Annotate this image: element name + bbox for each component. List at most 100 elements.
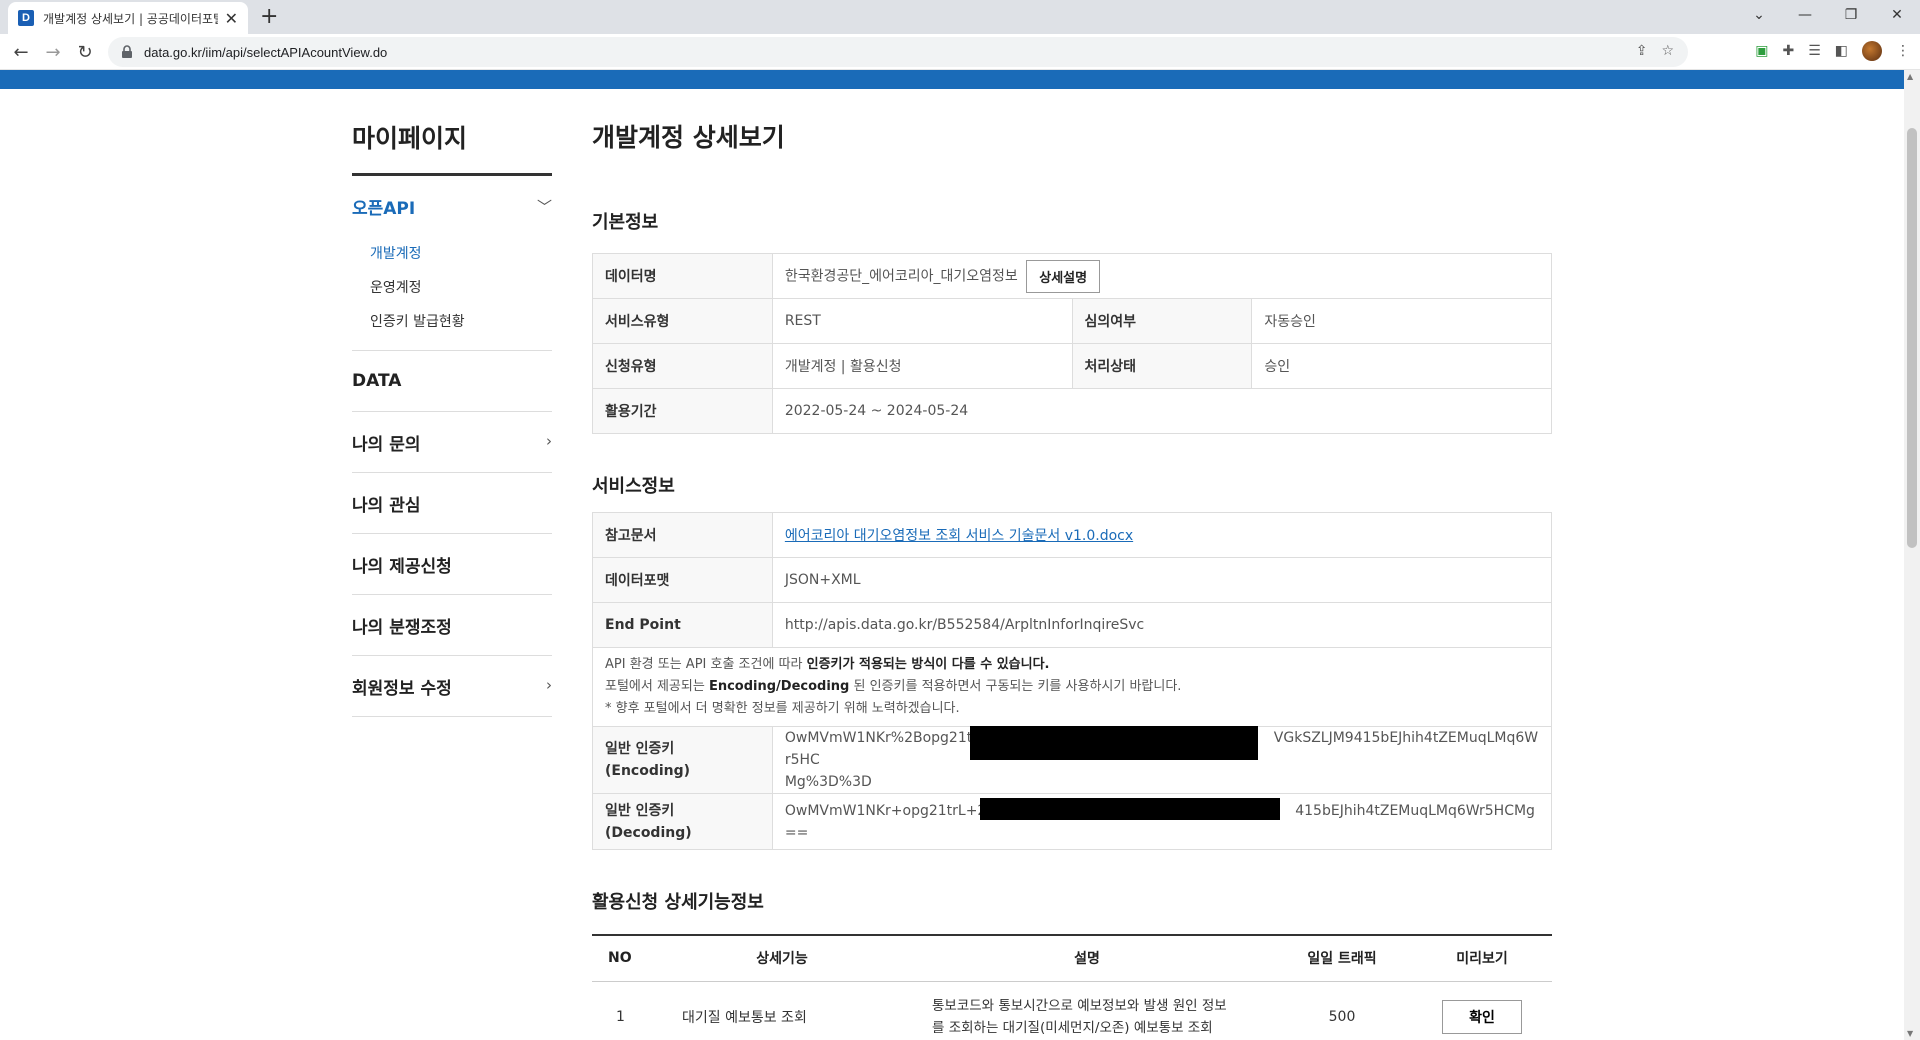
col-header-description: 설명 xyxy=(902,935,1272,982)
status-value: 승인 xyxy=(1251,343,1552,389)
profile-avatar[interactable] xyxy=(1862,41,1882,61)
window-controls: ⌄ — ❐ ✕ xyxy=(1736,0,1920,30)
sidebar-offer-section: 나의 제공신청 xyxy=(352,534,552,595)
browser-tab[interactable]: D 개발계정 상세보기 | 공공데이터포털 ✕ xyxy=(8,2,248,34)
review-value: 자동승인 xyxy=(1251,298,1552,344)
browser-toolbar: ← → ↻ data.go.kr/iim/api/selectAPIAcount… xyxy=(0,34,1920,70)
tab-title: 개발계정 상세보기 | 공공데이터포털 xyxy=(43,11,218,26)
basic-info-table: 데이터명 한국환경공단_에어코리아_대기오염정보 상세설명 서비스유형 REST… xyxy=(592,253,1553,434)
data-name-value: 한국환경공단_에어코리아_대기오염정보 xyxy=(784,268,1018,284)
basic-info-title: 기본정보 xyxy=(592,212,659,233)
sidebar-item-member-edit[interactable]: 회원정보 수정 xyxy=(352,656,552,716)
feature-table-header: NO 상세기능 설명 일일 트래픽 미리보기 xyxy=(592,935,1552,982)
address-bar[interactable]: data.go.kr/iim/api/selectAPIAcountView.d… xyxy=(108,37,1688,67)
scroll-down-icon[interactable]: ▼ xyxy=(1907,1029,1913,1038)
site-favicon-icon: D xyxy=(18,10,34,26)
lock-icon[interactable] xyxy=(120,45,134,59)
review-label: 심의여부 xyxy=(1071,298,1253,344)
decoding-key-value[interactable]: OwMVmW1NKr+opg21trL+2g 415bEJhih4tZEMuqLM… xyxy=(771,793,1553,850)
col-header-preview: 미리보기 xyxy=(1412,935,1552,982)
redaction-box xyxy=(979,797,1280,820)
service-info-title: 서비스정보 xyxy=(592,476,675,497)
url-text: data.go.kr/iim/api/selectAPIAcountView.d… xyxy=(144,44,388,60)
sidebar-inquiry-section: 나의 문의 › xyxy=(352,412,552,473)
notice-line-2: 포털에서 제공되는 Encoding/Decoding 된 인증키를 적용하면서… xyxy=(605,679,1182,694)
table-row: 1 대기질 예보통보 조회 통보코드와 통보시간으로 예보정보와 발생 원인 정… xyxy=(592,981,1552,1040)
row-feature-name: 대기질 예보통보 조회 xyxy=(682,1010,807,1027)
notice-line-3: * 향후 포털에서 더 명확한 정보를 제공하기 위해 노력하겠습니다. xyxy=(605,701,960,716)
endpoint-label: End Point xyxy=(592,602,773,648)
period-value: 2022-05-24 ~ 2024-05-24 xyxy=(771,388,1553,434)
data-format-value: JSON+XML xyxy=(771,557,1553,603)
side-panel-icon[interactable]: ◧ xyxy=(1835,43,1848,59)
chevron-right-icon[interactable]: › xyxy=(546,432,552,450)
encoding-key-start: OwMVmW1NKr%2Bopg21trL xyxy=(784,730,986,746)
sidebar-item-my-offer[interactable]: 나의 제공신청 xyxy=(352,534,552,594)
service-type-value: REST xyxy=(771,298,1073,344)
restore-icon[interactable]: ❐ xyxy=(1828,0,1874,30)
sidebar-subitem-key-status[interactable]: 인증키 발급현황 xyxy=(370,304,552,338)
sidebar-dispute-section: 나의 분쟁조정 xyxy=(352,595,552,656)
bookmark-star-icon[interactable]: ☆ xyxy=(1661,43,1674,59)
feature-table: NO 상세기능 설명 일일 트래픽 미리보기 1 대기질 예보통보 조회 통보코… xyxy=(592,934,1552,1040)
site-header-bar xyxy=(0,70,1904,89)
detail-description-button[interactable]: 상세설명 xyxy=(1026,259,1101,293)
period-label: 활용기간 xyxy=(592,388,773,434)
main-content: 개발계정 상세보기 기본정보 데이터명 한국환경공단_에어코리아_대기오염정보 … xyxy=(592,89,1553,1040)
encoding-key-label: 일반 인증키 (Encoding) xyxy=(592,726,773,794)
redaction-box xyxy=(969,726,1258,760)
close-window-icon[interactable]: ✕ xyxy=(1874,0,1920,30)
decoding-key-start: OwMVmW1NKr+opg21trL+2g xyxy=(784,802,996,819)
sidebar-data-section: DATA xyxy=(352,351,552,412)
reading-list-icon[interactable]: ☰ xyxy=(1808,43,1821,59)
data-format-label: 데이터포맷 xyxy=(592,557,773,603)
status-label: 처리상태 xyxy=(1071,343,1253,389)
tab-close-icon[interactable]: ✕ xyxy=(225,9,238,28)
share-icon[interactable]: ⇪ xyxy=(1636,43,1648,59)
col-header-traffic: 일일 트래픽 xyxy=(1272,935,1412,982)
scrollbar-thumb[interactable] xyxy=(1907,128,1917,548)
scroll-up-icon[interactable]: ▲ xyxy=(1907,72,1913,81)
sidebar-item-openapi[interactable]: 오픈API xyxy=(352,176,552,236)
sidebar-item-data[interactable]: DATA xyxy=(352,351,552,411)
new-tab-icon[interactable]: + xyxy=(260,4,278,29)
sidebar-interest-section: 나의 관심 xyxy=(352,473,552,534)
extensions-puzzle-icon[interactable]: ✚ xyxy=(1782,43,1794,59)
preview-confirm-button[interactable]: 확인 xyxy=(1442,1000,1522,1035)
chevron-right-icon[interactable]: › xyxy=(546,676,552,694)
browser-tabstrip: D 개발계정 상세보기 | 공공데이터포털 ✕ + ⌄ — ❐ ✕ xyxy=(0,0,1920,34)
menu-dots-icon[interactable]: ⋮ xyxy=(1896,43,1910,59)
service-info-table: 참고문서 에어코리아 대기오염정보 조회 서비스 기술문서 v1.0.docx … xyxy=(592,512,1553,850)
sidebar-member-section: 회원정보 수정 › xyxy=(352,656,552,717)
sidebar-subitem-prod-account[interactable]: 운영계정 xyxy=(370,270,552,304)
col-header-no: NO xyxy=(592,935,662,982)
decoding-key-label: 일반 인증키 (Decoding) xyxy=(592,793,773,850)
extension-icon[interactable]: ▣ xyxy=(1755,43,1768,59)
row-traffic: 500 xyxy=(1328,1009,1356,1026)
data-name-label: 데이터명 xyxy=(592,253,773,299)
ref-doc-label: 참고문서 xyxy=(592,512,773,558)
ref-doc-link[interactable]: 에어코리아 대기오염정보 조회 서비스 기술문서 v1.0.docx xyxy=(785,528,1133,544)
minimize-icon[interactable]: — xyxy=(1782,0,1828,30)
notice-line-1: API 환경 또는 API 호출 조건에 따라 인증키가 적용되는 방식이 다를… xyxy=(605,657,1050,672)
apply-type-label: 신청유형 xyxy=(592,343,773,389)
service-type-label: 서비스유형 xyxy=(592,298,773,344)
sidebar-item-my-inquiry[interactable]: 나의 문의 xyxy=(352,412,552,472)
auth-key-notice: API 환경 또는 API 호출 조건에 따라 인증키가 적용되는 방식이 다를… xyxy=(592,647,1552,727)
page-scrollbar[interactable]: ▲ ▼ xyxy=(1904,70,1920,1040)
sidebar-subitem-dev-account[interactable]: 개발계정 xyxy=(370,236,552,270)
reload-icon[interactable]: ↻ xyxy=(72,39,98,65)
tab-search-icon[interactable]: ⌄ xyxy=(1736,0,1782,30)
forward-icon[interactable]: → xyxy=(40,39,66,65)
sidebar-item-my-dispute[interactable]: 나의 분쟁조정 xyxy=(352,595,552,655)
sidebar-openapi-section: 오픈API ﹀ 개발계정 운영계정 인증키 발급현황 xyxy=(352,176,552,351)
encoding-key-value[interactable]: OwMVmW1NKr%2Bopg21trL VGkSZLJM9415bEJhih4… xyxy=(771,726,1553,794)
sidebar-title: 마이페이지 xyxy=(352,119,552,176)
mypage-sidebar: 마이페이지 오픈API ﹀ 개발계정 운영계정 인증키 발급현황 DATA 나의… xyxy=(352,89,552,717)
row-description: 통보코드와 통보시간으로 예보정보와 발생 원인 정보를 조회하는 대기질(미세… xyxy=(932,998,1227,1037)
back-icon[interactable]: ← xyxy=(8,39,34,65)
sidebar-item-my-interest[interactable]: 나의 관심 xyxy=(352,473,552,533)
encoding-key-line2: Mg%3D%3D xyxy=(784,774,872,790)
page-title: 개발계정 상세보기 xyxy=(592,123,785,152)
chevron-down-icon[interactable]: ﹀ xyxy=(537,196,552,217)
